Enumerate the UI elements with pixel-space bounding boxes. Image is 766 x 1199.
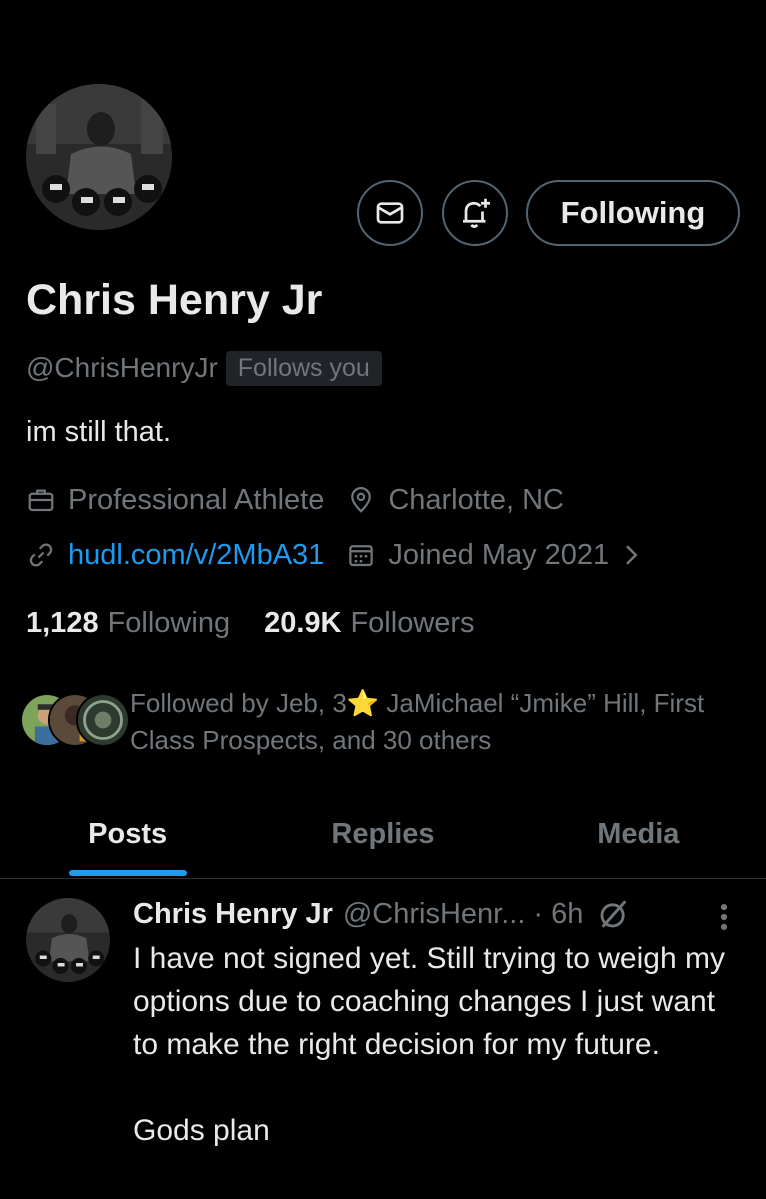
followers-label: Followers [350, 606, 475, 639]
tab-media[interactable]: Media [511, 790, 766, 878]
profile-bio: im still that. [26, 416, 172, 448]
calendar-icon [349, 545, 374, 567]
joined-item[interactable]: Joined May 2021 [346, 539, 643, 572]
grok-icon[interactable] [597, 897, 631, 931]
following-button[interactable]: Following [526, 180, 740, 246]
more-options-icon[interactable] [712, 900, 736, 934]
post-timestamp[interactable]: · 6h [533, 898, 583, 931]
tab-divider [0, 878, 766, 879]
following-count: 1,128 [26, 606, 99, 639]
post-header: Chris Henry Jr @ChrisHenr... · 6h [133, 894, 631, 934]
tab-posts[interactable]: Posts [0, 790, 255, 878]
post-author-name[interactable]: Chris Henry Jr [133, 898, 333, 931]
message-button[interactable] [357, 180, 423, 246]
follower-avatar [76, 693, 130, 747]
mail-icon [376, 202, 404, 224]
post-avatar[interactable] [26, 898, 110, 982]
website-link[interactable]: hudl.com/v/2MbA31 [68, 539, 324, 572]
avatar-image [26, 84, 172, 230]
following-label: Following [107, 606, 231, 639]
website-item[interactable]: hudl.com/v/2MbA31 [26, 539, 324, 572]
bell-plus-icon [463, 198, 490, 228]
followed-by-text: Followed by Jeb, 3⭐ JaMichael “Jmike” Hi… [130, 688, 705, 755]
profile-handle: @ChrisHenryJr [26, 352, 218, 383]
notify-button[interactable] [442, 180, 508, 246]
followed-by-section[interactable]: Followed by Jeb, 3⭐ JaMichael “Jmike” Hi… [20, 685, 740, 765]
chevron-right-icon [626, 545, 638, 565]
profile-meta-row: Professional Athlete Charlotte, NC [26, 480, 564, 520]
profile-meta-row-2: hudl.com/v/2MbA31 Joined May 2021 [26, 535, 643, 575]
post-author-handle[interactable]: @ChrisHenr... [343, 898, 526, 931]
profession-item: Professional Athlete [26, 484, 324, 517]
post[interactable]: Chris Henry Jr @ChrisHenr... · 6h I have… [0, 880, 766, 1199]
profile-name: Chris Henry Jr [26, 276, 323, 324]
follows-you-badge: Follows you [225, 350, 382, 386]
location-text: Charlotte, NC [388, 483, 564, 516]
joined-text: Joined May 2021 [388, 538, 610, 571]
profession-text: Professional Athlete [68, 483, 325, 516]
followers-you-know-avatars [20, 693, 130, 747]
followers-count: 20.9K [264, 606, 342, 639]
tab-replies[interactable]: Replies [255, 790, 510, 878]
profile-avatar[interactable] [26, 84, 172, 230]
profile-page: Following Chris Henry Jr @ChrisHenryJr F… [0, 0, 766, 1199]
followers-stat[interactable]: 20.9K Followers [264, 607, 474, 640]
profile-tabs: Posts Replies Media [0, 790, 766, 878]
location-item: Charlotte, NC [346, 484, 564, 517]
follow-stats: 1,128 Following 20.9K Followers [26, 603, 475, 643]
location-pin-icon [351, 487, 372, 513]
post-text: I have not signed yet. Still trying to w… [133, 942, 725, 1147]
link-icon [29, 543, 53, 567]
handle-row: @ChrisHenryJr Follows you [26, 349, 382, 387]
following-stat[interactable]: 1,128 Following [26, 607, 230, 640]
avatar-image [26, 898, 110, 982]
briefcase-icon [28, 489, 54, 512]
